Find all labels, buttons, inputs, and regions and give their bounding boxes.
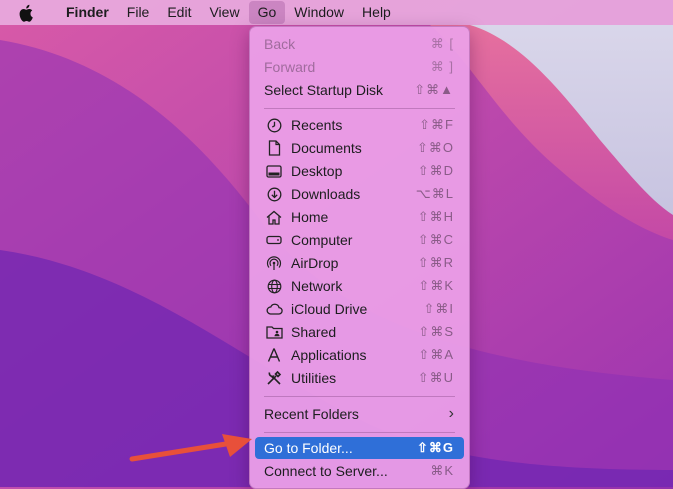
menu-item-select-startup-disk[interactable]: Select Startup Disk ⇧⌘▲ bbox=[255, 79, 464, 101]
menu-edit[interactable]: Edit bbox=[158, 0, 200, 25]
menu-window[interactable]: Window bbox=[285, 0, 353, 25]
cloud-icon bbox=[265, 300, 283, 318]
menu-item-documents[interactable]: Documents ⇧⌘O bbox=[255, 137, 464, 159]
menu-item-icloud-drive[interactable]: iCloud Drive ⇧⌘I bbox=[255, 298, 464, 320]
menu-item-label: Utilities bbox=[291, 370, 337, 386]
menu-bar: Finder File Edit View Go Window Help bbox=[0, 0, 673, 25]
menu-item-downloads[interactable]: Downloads ⌥⌘L bbox=[255, 183, 464, 205]
menu-item-label: Documents bbox=[291, 140, 362, 156]
menu-item-label: Downloads bbox=[291, 186, 361, 202]
desktop-icon bbox=[265, 162, 283, 180]
menu-item-label: Recent Folders bbox=[264, 406, 359, 422]
download-icon bbox=[265, 185, 283, 203]
menu-item-computer[interactable]: Computer ⇧⌘C bbox=[255, 229, 464, 251]
menu-item-label: Connect to Server... bbox=[264, 463, 388, 479]
menu-item-go-to-folder[interactable]: Go to Folder... ⇧⌘G bbox=[255, 437, 464, 459]
menu-item-label: Forward bbox=[264, 59, 316, 75]
menu-item-shortcut: ⇧⌘I bbox=[423, 301, 454, 316]
menu-item-airdrop[interactable]: AirDrop ⇧⌘R bbox=[255, 252, 464, 274]
menu-finder[interactable]: Finder bbox=[57, 0, 118, 25]
menu-item-label: Network bbox=[291, 278, 343, 294]
menu-item-shortcut: ⇧⌘O bbox=[416, 140, 454, 155]
menu-item-label: Shared bbox=[291, 324, 337, 340]
airdrop-icon bbox=[265, 254, 283, 272]
menu-item-applications[interactable]: Applications ⇧⌘A bbox=[255, 344, 464, 366]
menu-help[interactable]: Help bbox=[353, 0, 400, 25]
menu-separator bbox=[264, 396, 455, 397]
menu-item-shortcut: ⇧⌘K bbox=[418, 278, 454, 293]
menu-item-back[interactable]: Back ⌘ [ bbox=[255, 33, 464, 55]
menu-item-shortcut: ⇧⌘R bbox=[417, 255, 454, 270]
menu-item-shortcut: ⌥⌘L bbox=[415, 186, 454, 201]
menu-separator bbox=[264, 108, 455, 109]
menu-item-forward[interactable]: Forward ⌘ ] bbox=[255, 56, 464, 78]
menu-item-label: Select Startup Disk bbox=[264, 82, 384, 98]
menu-item-utilities[interactable]: Utilities ⇧⌘U bbox=[255, 367, 464, 389]
menu-item-shortcut: ⇧⌘G bbox=[416, 440, 454, 455]
menu-item-recents[interactable]: Recents ⇧⌘F bbox=[255, 114, 464, 136]
menu-item-shortcut: ⌘K bbox=[430, 463, 454, 478]
menu-item-network[interactable]: Network ⇧⌘K bbox=[255, 275, 464, 297]
menu-item-shortcut: ⇧⌘F bbox=[419, 117, 454, 132]
document-icon bbox=[265, 139, 283, 157]
menu-item-shortcut: ⇧⌘H bbox=[417, 209, 454, 224]
menu-item-shortcut: ⌘ ] bbox=[430, 59, 454, 74]
clock-icon bbox=[265, 116, 283, 134]
applications-icon bbox=[265, 346, 283, 364]
menu-item-label: Desktop bbox=[291, 163, 343, 179]
menu-item-label: AirDrop bbox=[291, 255, 339, 271]
menu-item-label: Computer bbox=[291, 232, 353, 248]
menu-item-shortcut: ⇧⌘D bbox=[417, 163, 454, 178]
menu-file[interactable]: File bbox=[118, 0, 159, 25]
shared-folder-icon bbox=[265, 323, 283, 341]
menu-view[interactable]: View bbox=[200, 0, 248, 25]
menu-item-desktop[interactable]: Desktop ⇧⌘D bbox=[255, 160, 464, 182]
menu-item-label: Go to Folder... bbox=[264, 440, 353, 456]
menu-item-shortcut: ⇧⌘S bbox=[418, 324, 454, 339]
menu-item-home[interactable]: Home ⇧⌘H bbox=[255, 206, 464, 228]
annotation-arrow-icon bbox=[128, 433, 256, 470]
menu-item-shortcut: ⌘ [ bbox=[430, 36, 454, 51]
menu-item-shared[interactable]: Shared ⇧⌘S bbox=[255, 321, 464, 343]
menu-item-shortcut: ⇧⌘C bbox=[417, 232, 454, 247]
menu-item-label: Back bbox=[264, 36, 296, 52]
menu-item-shortcut: ⇧⌘▲ bbox=[414, 82, 454, 97]
menu-item-label: Home bbox=[291, 209, 329, 225]
network-icon bbox=[265, 277, 283, 295]
menu-separator bbox=[264, 432, 455, 433]
go-menu-dropdown: Back ⌘ [ Forward ⌘ ] Select Startup Disk… bbox=[249, 26, 470, 489]
menu-item-label: iCloud Drive bbox=[291, 301, 368, 317]
computer-icon bbox=[265, 231, 283, 249]
menu-item-label: Recents bbox=[291, 117, 343, 133]
menu-item-label: Applications bbox=[291, 347, 367, 363]
chevron-right-icon: › bbox=[448, 405, 454, 422]
menu-item-shortcut: ⇧⌘U bbox=[417, 370, 454, 385]
home-icon bbox=[265, 208, 283, 226]
utilities-icon bbox=[265, 369, 283, 387]
menu-go[interactable]: Go bbox=[248, 1, 286, 24]
menu-item-connect-to-server[interactable]: Connect to Server... ⌘K bbox=[255, 460, 464, 482]
apple-logo-icon[interactable] bbox=[19, 4, 39, 22]
menu-item-recent-folders[interactable]: Recent Folders › bbox=[255, 403, 464, 425]
menu-item-shortcut: ⇧⌘A bbox=[418, 347, 454, 362]
